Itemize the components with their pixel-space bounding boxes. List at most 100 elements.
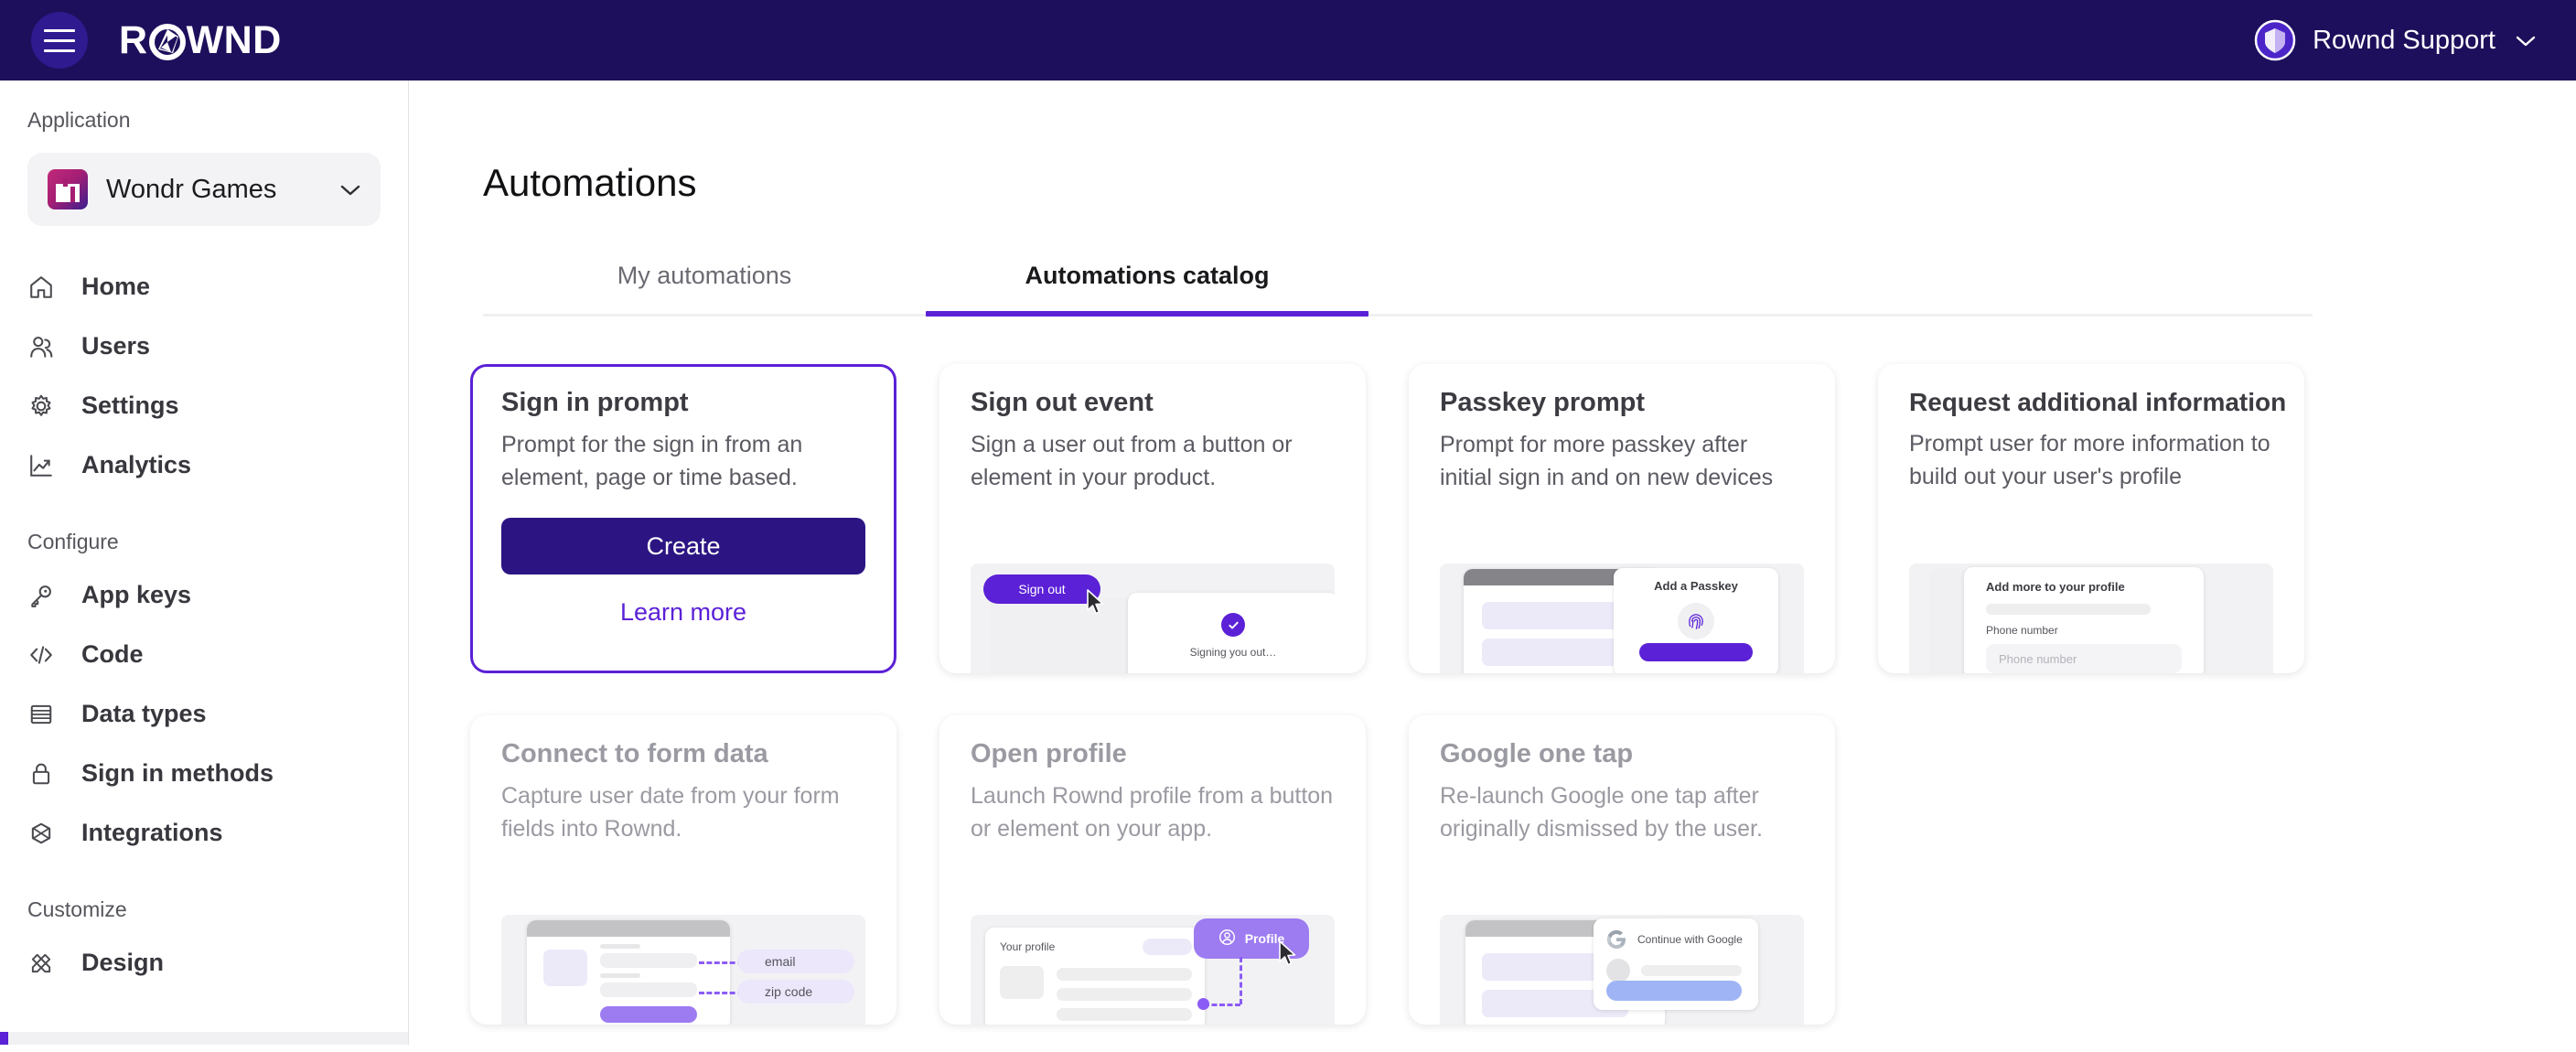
configure-section-label: Configure [27, 530, 119, 553]
card-title: Request additional information [1909, 388, 2287, 416]
hamburger-bar [44, 28, 75, 32]
scrollbar-thumb[interactable] [0, 1032, 8, 1045]
card-illustration-form-data: email zip code [501, 915, 865, 1025]
sidebar-item-label: Home [81, 273, 151, 300]
chevron-down-icon [2516, 35, 2536, 47]
placeholder-avatar [1000, 966, 1044, 999]
wondr-games-logo-icon [48, 169, 88, 209]
code-brackets-icon [27, 641, 55, 669]
sidebar-item-code[interactable]: Code [0, 625, 408, 684]
placeholder-bar [600, 973, 640, 978]
sidebar-item-integrations[interactable]: Integrations [0, 803, 408, 863]
tag-label: email [765, 954, 796, 969]
sign-out-status-text: Signing you out… [1189, 646, 1277, 659]
form-field-email [600, 953, 697, 968]
placeholder-bar [1143, 939, 1192, 955]
person-circle-icon [1218, 929, 1236, 949]
sidebar-item-data-types[interactable]: Data types [0, 684, 408, 744]
automation-card-request-additional-information[interactable]: Request additional information Prompt us… [1878, 364, 2304, 673]
placeholder-bar [1986, 604, 2151, 615]
card-illustration-google-one-tap: Continue with Google [1440, 915, 1804, 1025]
create-button[interactable]: Create [501, 518, 865, 574]
hamburger-bar [44, 38, 75, 42]
card-description: Launch Rownd profile from a button or el… [971, 783, 1334, 842]
rownd-logo[interactable]: R WND [119, 18, 282, 63]
automation-card-google-one-tap[interactable]: Google one tap Re-launch Google one tap … [1409, 715, 1835, 1025]
card-illustration-sign-out: Signing you out… Sign out [971, 564, 1335, 673]
customize-section-label: Customize [27, 897, 127, 921]
user-account-menu[interactable]: Rownd Support [2254, 19, 2536, 61]
users-icon [27, 333, 55, 360]
passkey-dialog-title: Add a Passkey [1654, 579, 1738, 593]
brand-logo-text: R WND [119, 17, 282, 62]
automation-card-passkey-prompt[interactable]: Passkey prompt Prompt for more passkey a… [1409, 364, 1835, 673]
card-description: Prompt for more passkey after initial si… [1440, 432, 1774, 490]
data-tag-zip-code: zip code [737, 980, 854, 1004]
sign-out-button-label: Sign out [1018, 582, 1066, 596]
profile-panel: Your profile [985, 928, 1205, 1025]
card-title: Passkey prompt [1440, 388, 1646, 417]
card-illustration-request-info: Add more to your profile Phone number Ph… [1909, 564, 2273, 673]
automation-card-sign-out-event[interactable]: Sign out event Sign a user out from a bu… [939, 364, 1366, 673]
card-description: Prompt for the sign in from an element, … [501, 432, 803, 490]
sidebar-item-users[interactable]: Users [0, 317, 408, 376]
sidebar-horizontal-scrollbar[interactable] [0, 1032, 408, 1045]
connector-line-horizontal [1204, 1004, 1240, 1006]
form-field-zip [600, 982, 697, 997]
connector-line-zip [699, 992, 743, 994]
page-title: Automations [483, 161, 697, 204]
tab-automations-catalog[interactable]: Automations catalog [926, 262, 1368, 317]
learn-more-link[interactable]: Learn more [501, 598, 865, 627]
automations-catalog-grid: Sign in prompt Prompt for the sign in fr… [470, 364, 2309, 1025]
phone-number-label: Phone number [1986, 624, 2058, 637]
sidebar-item-label: Code [81, 640, 144, 668]
automation-card-open-profile[interactable]: Open profile Launch Rownd profile from a… [939, 715, 1366, 1025]
sidebar-item-label: Sign in methods [81, 759, 274, 787]
hamburger-bar [44, 48, 75, 52]
sidebar-item-analytics[interactable]: Analytics [0, 435, 408, 495]
sidebar-item-design[interactable]: Design [0, 933, 408, 993]
automation-card-connect-to-form-data[interactable]: Connect to form data Capture user date f… [470, 715, 896, 1025]
profile-dialog: Add more to your profile Phone number Ph… [1964, 567, 2204, 673]
automation-card-sign-in-prompt[interactable]: Sign in prompt Prompt for the sign in fr… [470, 364, 896, 673]
illustration-panel-bg [991, 598, 1133, 673]
sign-out-button[interactable]: Sign out [983, 574, 1100, 604]
hamburger-menu-icon[interactable] [31, 12, 88, 69]
paint-brushes-icon [27, 950, 55, 977]
placeholder-block [1482, 602, 1628, 629]
top-navigation-bar: R WND Rownd Support [0, 0, 2576, 81]
chevron-down-icon [340, 184, 360, 196]
sidebar-item-label: Settings [81, 392, 179, 419]
chart-line-icon [27, 452, 55, 479]
lock-icon [27, 760, 55, 788]
placeholder-bar [1057, 1008, 1192, 1021]
application-selector[interactable]: Wondr Games [27, 153, 381, 226]
connector-line-email [699, 961, 743, 964]
data-tag-email: email [737, 950, 854, 973]
sidebar-item-app-keys[interactable]: App keys [0, 565, 408, 625]
browser-title-bar [527, 920, 730, 937]
sidebar-item-home[interactable]: Home [0, 257, 408, 317]
mouse-cursor-icon [1278, 940, 1298, 966]
placeholder-block [1482, 639, 1628, 666]
tag-label: zip code [765, 984, 813, 999]
google-continue-button[interactable] [1606, 981, 1742, 1001]
sidebar-item-settings[interactable]: Settings [0, 376, 408, 435]
phone-number-field[interactable]: Phone number [1986, 644, 2182, 673]
illustration-browser-window [527, 920, 730, 1025]
mouse-cursor-icon [1086, 589, 1106, 615]
placeholder-bar [1057, 988, 1192, 1001]
passkey-primary-button[interactable] [1639, 643, 1753, 661]
sidebar-item-sign-in-methods[interactable]: Sign in methods [0, 744, 408, 803]
shield-avatar-icon [2254, 19, 2296, 61]
form-submit-button[interactable] [600, 1006, 697, 1023]
application-name: Wondr Games [106, 174, 277, 204]
page-horizontal-scrollbar[interactable] [410, 1039, 2576, 1052]
tab-my-automations[interactable]: My automations [483, 262, 926, 314]
check-circle-icon [1221, 613, 1245, 637]
google-prompt-text: Continue with Google [1637, 933, 1743, 946]
card-description: Capture user date from your form fields … [501, 783, 840, 842]
sidebar-item-label: Data types [81, 700, 207, 727]
tab-label: Automations catalog [1025, 262, 1270, 289]
sidebar-item-label: Integrations [81, 819, 223, 846]
